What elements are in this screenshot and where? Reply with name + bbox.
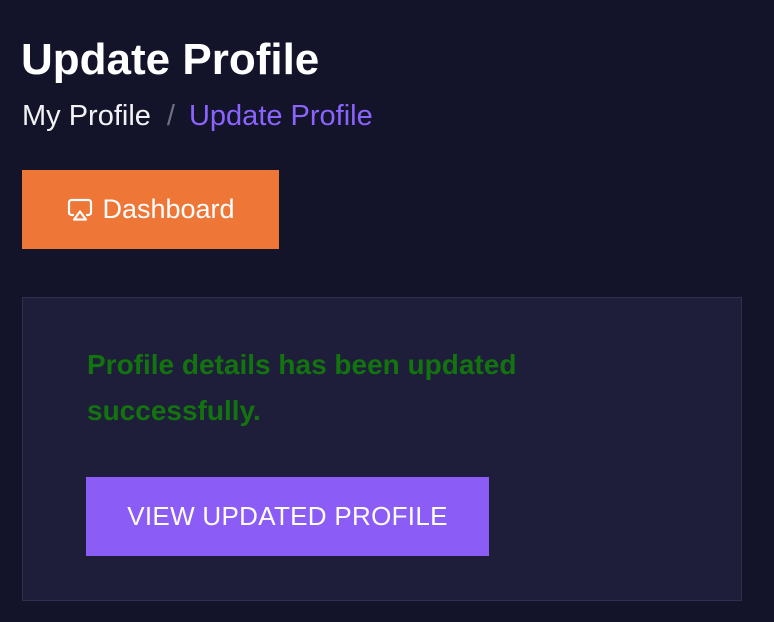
success-message: Profile details has been updated success… xyxy=(87,349,517,426)
breadcrumb: My Profile / Update Profile xyxy=(22,98,373,134)
view-updated-profile-button[interactable]: VIEW UPDATED PROFILE xyxy=(86,477,489,556)
page-title: Update Profile xyxy=(21,35,320,84)
success-card: Profile details has been updated success… xyxy=(22,297,742,601)
dashboard-button[interactable]: Dashboard xyxy=(22,170,279,249)
dashboard-button-label: Dashboard xyxy=(102,194,235,224)
breadcrumb-my-profile[interactable]: My Profile xyxy=(22,100,151,132)
breadcrumb-current: Update Profile xyxy=(188,100,373,132)
airplay-icon xyxy=(66,196,94,224)
breadcrumb-separator: / xyxy=(166,100,175,132)
